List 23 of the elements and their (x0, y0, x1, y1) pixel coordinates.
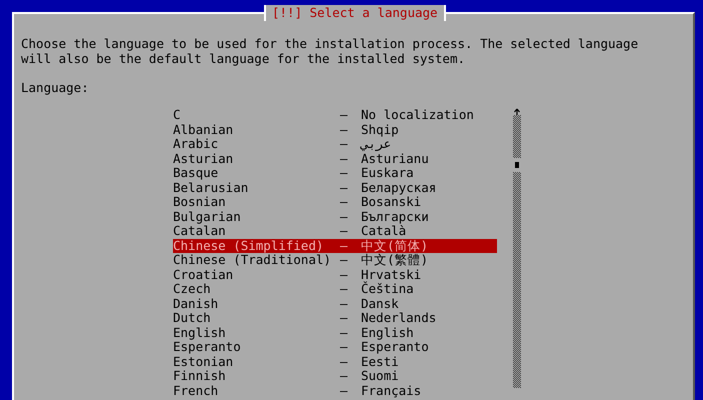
dialog-title: [!!] Select a language (264, 5, 446, 21)
language-item[interactable]: Estonian – Eesti (173, 354, 497, 369)
language-label: Language: (21, 80, 90, 95)
language-item[interactable]: Belarusian – Беларуская (173, 180, 497, 195)
language-item[interactable]: Bosnian – Bosanski (173, 195, 497, 210)
language-item[interactable]: Asturian – Asturianu (173, 152, 497, 166)
language-item[interactable]: Dutch – Nederlands (173, 311, 497, 326)
language-item[interactable]: Chinese (Traditional) – 中文(繁體) (173, 253, 497, 268)
language-item[interactable]: Chinese (Simplified) – 中文(简体) (173, 238, 497, 253)
language-item[interactable]: Croatian – Hrvatski (173, 268, 497, 282)
language-item[interactable]: Bulgarian – Български (173, 210, 497, 224)
language-item[interactable]: French – Français (173, 384, 497, 398)
language-item[interactable]: Albanian – Shqip (173, 122, 497, 137)
language-item[interactable]: Esperanto – Esperanto (173, 340, 497, 354)
language-item[interactable]: C – No localization (173, 108, 497, 122)
language-item[interactable]: Finnish – Suomi (173, 369, 497, 384)
language-item[interactable]: English – English (173, 326, 497, 340)
language-item[interactable]: Czech – Čeština (173, 282, 497, 296)
language-item[interactable]: Catalan – Català (173, 224, 497, 238)
language-item[interactable]: Danish – Dansk (173, 296, 497, 311)
description-text: Choose the language to be used for the installation process. The selected language will also be the default language for the installed system. (21, 36, 640, 66)
language-item[interactable]: Basque – Euskara (173, 166, 497, 180)
scrollbar-drawing[interactable] (513, 108, 521, 388)
